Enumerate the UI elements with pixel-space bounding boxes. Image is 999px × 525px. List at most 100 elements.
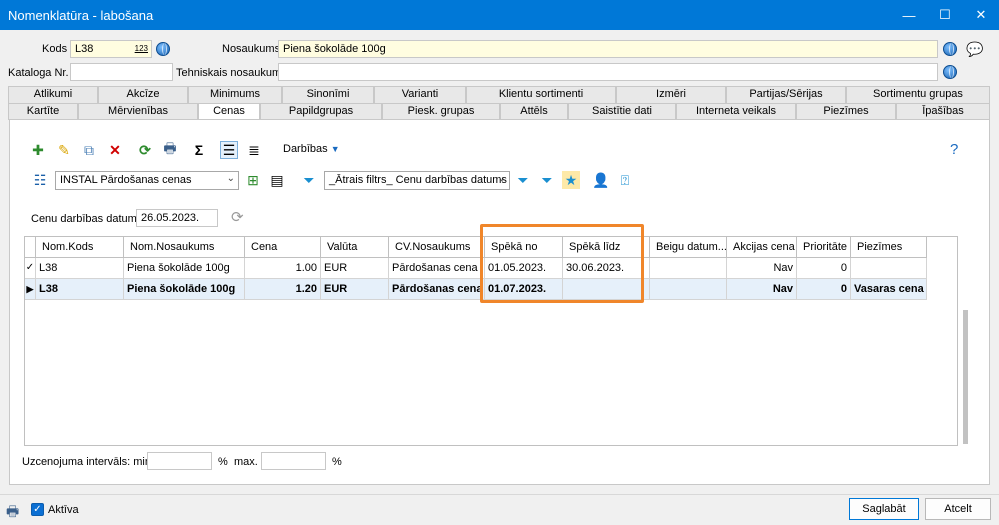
favorite-filter-icon[interactable]: ★: [562, 171, 580, 189]
col-piezimes[interactable]: Piezīmes: [851, 237, 927, 258]
scrollbar-thumb[interactable]: [963, 310, 968, 444]
col-prioritate[interactable]: Prioritāte: [797, 237, 851, 258]
grid-scrollbar[interactable]: [961, 236, 971, 446]
sum-icon[interactable]: Σ: [190, 141, 208, 159]
tab-atlikumi[interactable]: Atlikumi: [8, 86, 98, 103]
darbibas-menu[interactable]: Darbības ▼: [283, 143, 340, 155]
col-speka-lidz[interactable]: Spēkā līdz: [563, 237, 650, 258]
cell-valuta[interactable]: EUR: [321, 279, 389, 300]
tab-sortimentu-grupas[interactable]: Sortimentu grupas: [846, 86, 990, 103]
cell-speka-no[interactable]: 01.07.2023.: [485, 279, 563, 300]
tehniskais-label: Tehniskais nosaukums: [176, 67, 287, 79]
cell-akcijas[interactable]: Nav: [727, 258, 797, 279]
cell-akcijas[interactable]: Nav: [727, 279, 797, 300]
table-row[interactable]: ✓ L38 Piena šokolāde 100g 1.00 EUR Pārdo…: [25, 258, 927, 279]
margin-min-field[interactable]: [147, 452, 212, 470]
col-beigu-datums[interactable]: Beigu datum...: [650, 237, 727, 258]
price-list-select[interactable]: INSTAL Pārdošanas cenas ⌄: [55, 171, 239, 190]
cell-cena[interactable]: 1.20: [245, 279, 321, 300]
refresh-icon[interactable]: ⟳: [136, 141, 154, 159]
cell-valuta[interactable]: EUR: [321, 258, 389, 279]
tab-attels[interactable]: Attēls: [500, 103, 568, 120]
col-speka-no[interactable]: Spēkā no: [485, 237, 563, 258]
globe-icon[interactable]: [943, 65, 957, 79]
cell-prioritate[interactable]: 0: [797, 258, 851, 279]
tab-klientu-sortimenti[interactable]: Klientu sortimenti: [466, 86, 616, 103]
tree-view-icon[interactable]: ≣: [245, 141, 263, 159]
copy-icon[interactable]: ⧉: [80, 141, 98, 159]
cell-nosaukums[interactable]: Piena šokolāde 100g: [124, 279, 245, 300]
edit-icon[interactable]: ✎: [55, 141, 73, 159]
date-filter-field[interactable]: 26.05.2023.: [136, 209, 218, 227]
tab-papildgrupas[interactable]: Papildgrupas: [260, 103, 382, 120]
delete-icon[interactable]: ✕: [106, 141, 124, 159]
cell-prioritate[interactable]: 0: [797, 279, 851, 300]
cell-beigu[interactable]: [650, 279, 727, 300]
print-icon[interactable]: 🖶: [161, 140, 179, 159]
filter-help-icon[interactable]: ⍰: [616, 171, 634, 189]
print-icon[interactable]: 🖶: [6, 501, 19, 525]
tab-piesk-grupas[interactable]: Piesk. grupas: [382, 103, 500, 120]
quick-filter-value: _Ātrais filtrs_ Cenu darbības datums: [329, 174, 507, 186]
reload-icon[interactable]: ⟳: [231, 208, 244, 226]
tab-partijas[interactable]: Partijas/Sērijas: [726, 86, 846, 103]
cell-cv[interactable]: Pārdošanas cena: [389, 279, 485, 300]
cell-speka-no[interactable]: 01.05.2023.: [485, 258, 563, 279]
list-settings-icon[interactable]: ▤: [268, 171, 286, 189]
globe-icon[interactable]: [943, 42, 957, 56]
kataloga-field[interactable]: [70, 63, 173, 81]
col-nom-nosaukums[interactable]: Nom.Nosaukums: [124, 237, 245, 258]
add-icon[interactable]: ✚: [29, 141, 47, 159]
cell-nosaukums[interactable]: Piena šokolāde 100g: [124, 258, 245, 279]
kods-field[interactable]: L38 123: [70, 40, 152, 58]
globe-icon[interactable]: [156, 42, 170, 56]
cell-piezimes[interactable]: Vasaras cena: [851, 279, 927, 300]
col-cena[interactable]: Cena: [245, 237, 321, 258]
numbering-badge[interactable]: 123: [135, 44, 148, 53]
chat-icon[interactable]: 💬: [966, 41, 983, 58]
tab-minimums[interactable]: Minimums: [188, 86, 282, 103]
tab-varianti[interactable]: Varianti: [374, 86, 466, 103]
cell-speka-lidz[interactable]: 30.06.2023.: [563, 258, 650, 279]
cell-beigu[interactable]: [650, 258, 727, 279]
cell-cena[interactable]: 1.00: [245, 258, 321, 279]
edit-filter-icon[interactable]: ⏷: [538, 171, 556, 189]
save-button[interactable]: Saglabāt: [849, 498, 919, 520]
quick-filter-select[interactable]: _Ātrais filtrs_ Cenu darbības datums ⌄: [324, 171, 510, 190]
cancel-button[interactable]: Atcelt: [925, 498, 991, 520]
help-icon[interactable]: ?: [950, 141, 958, 158]
tab-piezimes[interactable]: Piezīmes: [796, 103, 896, 120]
maximize-button[interactable]: ☐: [927, 0, 963, 30]
tab-sinonimi[interactable]: Sinonīmi: [282, 86, 374, 103]
minimize-button[interactable]: —: [891, 0, 927, 30]
tab-akcize[interactable]: Akcīze: [98, 86, 188, 103]
close-button[interactable]: ✕: [963, 0, 999, 30]
tehniskais-field[interactable]: [278, 63, 938, 81]
filter-icon[interactable]: ⏷: [300, 171, 318, 189]
tab-interneta-veikals[interactable]: Interneta veikals: [676, 103, 796, 120]
tab-mervienibas[interactable]: Mērvienības: [78, 103, 198, 120]
cell-kods[interactable]: L38: [36, 279, 124, 300]
active-checkbox[interactable]: ✓: [31, 503, 44, 516]
cell-speka-lidz[interactable]: [563, 279, 650, 300]
cell-kods[interactable]: L38: [36, 258, 124, 279]
margin-max-field[interactable]: [261, 452, 326, 470]
add-list-icon[interactable]: ⊞: [244, 171, 262, 189]
user-filter-icon[interactable]: 👤: [592, 171, 610, 189]
tab-saistitie-dati[interactable]: Saistītie dati: [568, 103, 676, 120]
col-akcijas-cena[interactable]: Akcijas cena: [727, 237, 797, 258]
list-icon[interactable]: ☷: [31, 171, 49, 189]
col-valuta[interactable]: Valūta: [321, 237, 389, 258]
tab-ipasibas[interactable]: Īpašības: [896, 103, 990, 120]
add-filter-icon[interactable]: ⏷: [514, 171, 532, 189]
cell-cv[interactable]: Pārdošanas cena: [389, 258, 485, 279]
col-cv-nosaukums[interactable]: CV.Nosaukums: [389, 237, 485, 258]
tab-kartite[interactable]: Kartīte: [8, 103, 78, 120]
tab-izmeri[interactable]: Izmēri: [616, 86, 726, 103]
table-row[interactable]: ▶ L38 Piena šokolāde 100g 1.20 EUR Pārdo…: [25, 279, 927, 300]
nosaukums-field[interactable]: Piena šokolāde 100g: [278, 40, 938, 58]
row-marker: ▶: [25, 279, 36, 300]
grid-view-icon[interactable]: ☰: [220, 141, 238, 159]
cell-piezimes[interactable]: [851, 258, 927, 279]
col-nom-kods[interactable]: Nom.Kods: [36, 237, 124, 258]
